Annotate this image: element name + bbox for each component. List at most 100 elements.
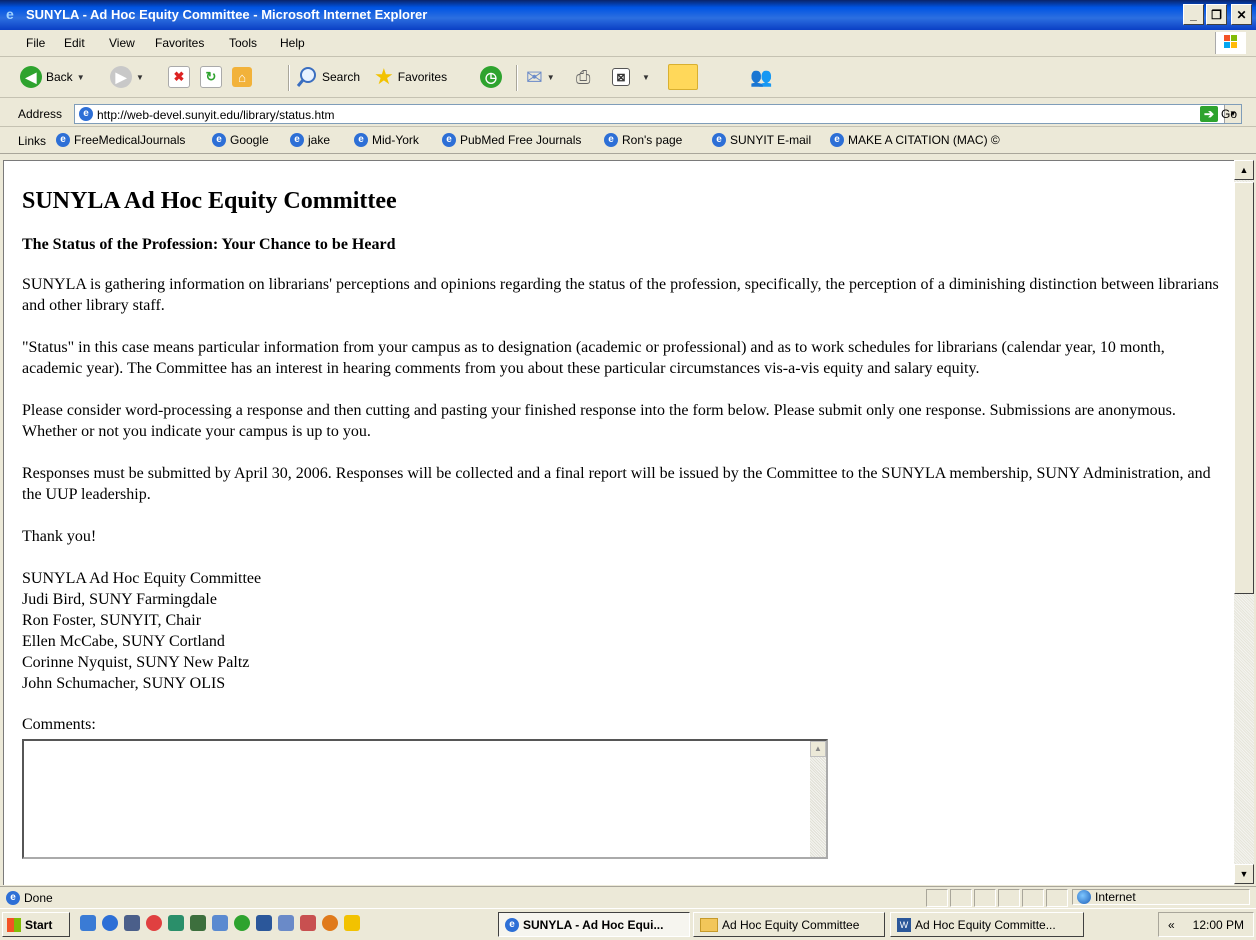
address-bar: Address e http://web-devel.sunyit.edu/li…	[0, 102, 1256, 127]
link-rons-page[interactable]: e Ron's page	[604, 133, 682, 147]
task-label: SUNYLA - Ad Hoc Equi...	[523, 917, 664, 932]
home-button[interactable]: ⌂	[232, 65, 252, 89]
back-arrow-icon: ◀	[20, 66, 42, 88]
ie-page-icon: e	[712, 133, 726, 147]
back-button[interactable]: ◀ Back ▼	[20, 65, 85, 89]
close-button[interactable]: ✕	[1231, 4, 1252, 25]
quick-launch-icon[interactable]	[278, 915, 294, 931]
quick-launch-icon[interactable]	[168, 915, 184, 931]
links-label: Links	[18, 134, 47, 148]
comments-scrollbar[interactable]	[810, 741, 826, 857]
desktop-icon[interactable]	[124, 915, 140, 931]
title-bar: e SUNYLA - Ad Hoc Equity Committee - Mic…	[0, 0, 1256, 30]
menu-favorites[interactable]: Favorites	[155, 36, 204, 50]
ie-page-icon: e	[290, 133, 304, 147]
menu-view[interactable]: View	[109, 36, 135, 50]
task-word-document[interactable]: W Ad Hoc Equity Committe...	[890, 912, 1084, 937]
ie-task-icon: e	[505, 917, 519, 932]
stop-button[interactable]: ✖	[168, 65, 190, 89]
back-dropdown-icon[interactable]: ▼	[77, 73, 85, 82]
media-player-icon[interactable]	[234, 915, 250, 931]
forward-arrow-icon: ▶	[110, 66, 132, 88]
menu-tools[interactable]: Tools	[229, 36, 257, 50]
link-jake[interactable]: e jake	[290, 133, 330, 147]
deadline-paragraph: Responses must be submitted by April 30,…	[22, 465, 1211, 503]
page-scrollbar[interactable]: ▲ ▼	[1234, 160, 1254, 884]
ie-page-icon: e	[212, 133, 226, 147]
signature-line: Ellen McCabe, SUNY Cortland	[22, 633, 225, 650]
links-bar: Links e FreeMedicalJournals e Google e jake…	[0, 129, 1256, 154]
toolbar-separator	[516, 65, 517, 91]
status-pane	[974, 889, 996, 907]
scroll-up-icon[interactable]: ▲	[1234, 160, 1254, 180]
scroll-down-icon[interactable]: ▼	[1234, 864, 1254, 884]
clock[interactable]: 12:00 PM	[1193, 918, 1244, 932]
favorites-button[interactable]: ★ Favorites	[374, 65, 447, 89]
firefox-icon[interactable]	[322, 915, 338, 931]
ie-quick-launch-icon[interactable]	[102, 915, 118, 931]
taskbar: start e SUNYLA - Ad Hoc Equi... Ad Hoc E…	[0, 908, 1256, 940]
comments-textarea[interactable]: ▲	[22, 739, 828, 859]
back-label: Back	[46, 70, 73, 84]
ie-page-icon: e	[830, 133, 844, 147]
discuss-button[interactable]	[668, 64, 698, 90]
menu-help[interactable]: Help	[280, 36, 305, 50]
status-pane	[950, 889, 972, 907]
signature-line: Corinne Nyquist, SUNY New Paltz	[22, 654, 250, 671]
edit-button[interactable]: ⊠ ▼	[612, 65, 650, 89]
comments-label: Comments:	[22, 716, 96, 733]
go-button[interactable]: ➔ Go	[1200, 106, 1237, 122]
scroll-thumb[interactable]	[1234, 182, 1254, 594]
link-make-a-citation[interactable]: e MAKE A CITATION (MAC) ©	[830, 133, 1000, 147]
mail-dropdown-icon[interactable]: ▼	[547, 73, 555, 82]
task-folder[interactable]: Ad Hoc Equity Committee	[693, 912, 885, 937]
status-definition-paragraph: "Status" in this case means particular i…	[22, 339, 1165, 377]
link-mid-york[interactable]: e Mid-York	[354, 133, 419, 147]
forward-dropdown-icon[interactable]: ▼	[136, 73, 144, 82]
print-icon: ⎙	[576, 66, 591, 87]
search-button[interactable]: Search	[296, 65, 360, 89]
mail-button[interactable]: ✉ ▼	[526, 65, 555, 89]
link-google[interactable]: e Google	[212, 133, 269, 147]
link-label: Ron's page	[622, 133, 683, 147]
quick-launch-icon[interactable]	[212, 915, 228, 931]
history-button[interactable]: ◷	[480, 65, 502, 89]
start-button[interactable]: start	[2, 912, 70, 937]
windows-logo-icon	[1215, 32, 1246, 54]
signature-line: SUNYLA Ad Hoc Equity Committee	[22, 570, 262, 587]
quick-launch-icon[interactable]	[190, 915, 206, 931]
address-input[interactable]: e http://web-devel.sunyit.edu/library/st…	[74, 104, 1242, 124]
favorites-star-icon: ★	[374, 64, 394, 89]
quick-launch-icon[interactable]	[344, 915, 360, 931]
edit-dropdown-icon[interactable]: ▼	[642, 73, 650, 82]
signature-line: Ron Foster, SUNYIT, Chair	[22, 612, 202, 629]
quick-launch-icon[interactable]	[146, 915, 162, 931]
word-icon[interactable]	[256, 915, 272, 931]
menu-edit[interactable]: Edit	[64, 36, 85, 50]
task-label: Ad Hoc Equity Committe...	[915, 917, 1056, 932]
print-button[interactable]: ⎙	[576, 65, 590, 89]
windows-flag-icon	[7, 917, 21, 932]
messenger-button[interactable]: 👥	[750, 65, 772, 89]
ie-page-icon: e	[604, 133, 618, 147]
ie-page-icon: e	[56, 133, 70, 147]
status-panes	[926, 889, 1068, 907]
quick-launch-icon[interactable]	[80, 915, 96, 931]
quick-launch-icon[interactable]	[300, 915, 316, 931]
menu-file[interactable]: File	[26, 36, 45, 50]
maximize-button[interactable]: ❐	[1206, 4, 1227, 25]
forward-button[interactable]: ▶ ▼	[110, 65, 144, 89]
tray-chevron-icon[interactable]: «	[1168, 918, 1175, 932]
link-sunyit-email[interactable]: e SUNYIT E-mail	[712, 133, 811, 147]
minimize-button[interactable]: _	[1183, 4, 1204, 25]
task-sunyla-ie[interactable]: e SUNYLA - Ad Hoc Equi...	[498, 912, 690, 937]
comments-scroll-up-icon[interactable]: ▲	[810, 741, 826, 757]
address-url[interactable]: http://web-devel.sunyit.edu/library/stat…	[97, 108, 334, 122]
link-pubmed-free-journals[interactable]: e PubMed Free Journals	[442, 133, 581, 147]
window-controls: _ ❐ ✕	[1183, 4, 1252, 25]
refresh-button[interactable]: ↻	[200, 65, 222, 89]
link-freemedicaljournals[interactable]: e FreeMedicalJournals	[56, 133, 185, 147]
toolbar-separator	[288, 65, 289, 91]
task-label: Ad Hoc Equity Committee	[722, 917, 860, 932]
word-doc-icon: W	[897, 917, 911, 932]
